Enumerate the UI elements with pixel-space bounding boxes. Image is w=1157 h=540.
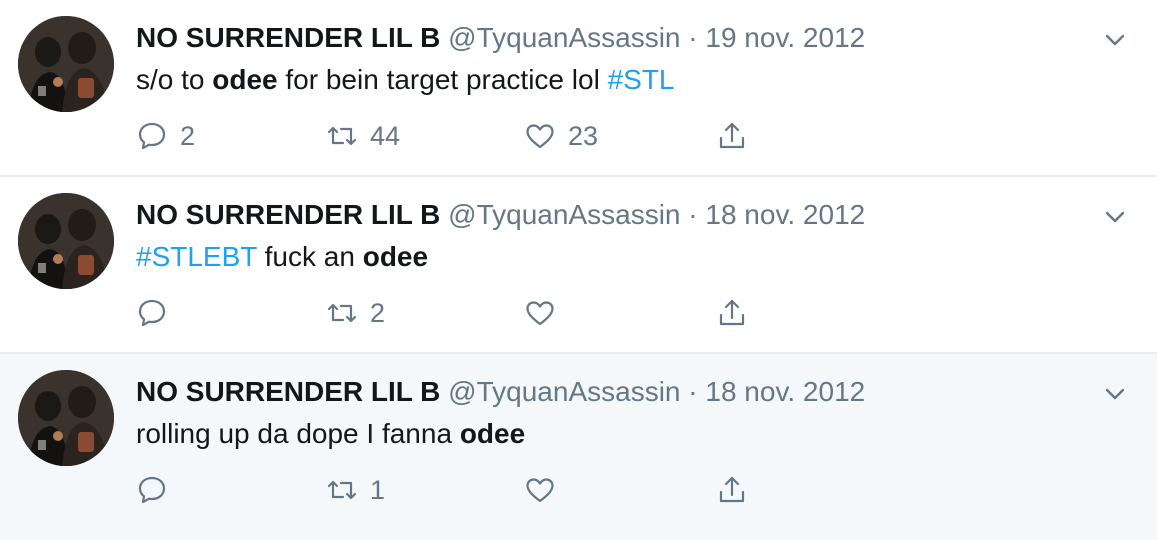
separator-dot: · [688, 199, 698, 230]
reply-icon [138, 122, 166, 150]
text-part: s/o to [136, 64, 213, 95]
reply-icon [138, 299, 166, 327]
share-icon [719, 476, 745, 503]
tweet-text: s/o to odee for bein target practice lol… [136, 62, 675, 98]
tweet-text: rolling up da dope I fanna odee [136, 416, 525, 452]
retweet-count: 2 [370, 298, 386, 328]
display-name[interactable]: NO SURRENDER LIL B [136, 199, 440, 230]
tweet-date[interactable]: 18 nov. 2012 [705, 199, 865, 230]
separator-dot: · [688, 376, 698, 407]
like-icon [526, 301, 554, 326]
share-icon [719, 299, 745, 326]
like-button[interactable]: 23 [524, 118, 598, 154]
text-part: for bein target practice lol [277, 64, 608, 95]
chevron-down-icon[interactable] [1101, 26, 1129, 54]
chevron-down-icon[interactable] [1101, 203, 1129, 231]
avatar[interactable] [18, 193, 114, 289]
reply-button[interactable] [136, 472, 180, 508]
retweet-count: 44 [370, 121, 401, 151]
reply-button[interactable] [136, 295, 180, 331]
user-handle[interactable]: @TyquanAssassin [448, 22, 680, 53]
text-part: rolling up da dope I fanna [136, 418, 460, 449]
like-count: 23 [568, 121, 599, 151]
retweet-icon [327, 126, 357, 146]
tweet[interactable]: NO SURRENDER LIL B @TyquanAssassin · 18 … [0, 177, 1157, 354]
retweet-button[interactable]: 2 [326, 295, 385, 331]
tweet[interactable]: NO SURRENDER LIL B @TyquanAssassin · 18 … [0, 354, 1157, 540]
tweet[interactable]: NO SURRENDER LIL B @TyquanAssassin · 19 … [0, 0, 1157, 177]
retweet-button[interactable]: 1 [326, 472, 385, 508]
tweet-header: NO SURRENDER LIL B @TyquanAssassin · 19 … [136, 20, 865, 56]
share-button[interactable] [716, 295, 748, 331]
like-button[interactable] [524, 295, 568, 331]
highlight-term: odee [212, 64, 278, 95]
like-icon [526, 478, 554, 503]
share-button[interactable] [716, 118, 748, 154]
avatar[interactable] [18, 370, 114, 466]
like-button[interactable] [524, 472, 568, 508]
reply-icon [138, 476, 166, 504]
highlight-term: odee [362, 241, 429, 272]
hashtag-link[interactable]: #STLEBT [136, 241, 257, 272]
tweet-header: NO SURRENDER LIL B @TyquanAssassin · 18 … [136, 197, 865, 233]
retweet-button[interactable]: 44 [326, 118, 400, 154]
highlight-term: odee [459, 418, 526, 449]
display-name[interactable]: NO SURRENDER LIL B [136, 376, 440, 407]
retweet-count: 1 [370, 475, 386, 505]
like-icon [526, 124, 554, 149]
tweet-text: #STLEBT fuck an odee [136, 239, 428, 275]
avatar[interactable] [18, 16, 114, 112]
share-button[interactable] [716, 472, 748, 508]
reply-button[interactable]: 2 [136, 118, 195, 154]
reply-count: 2 [180, 121, 196, 151]
user-handle[interactable]: @TyquanAssassin [448, 376, 680, 407]
user-handle[interactable]: @TyquanAssassin [448, 199, 680, 230]
tweet-actions: 2 [136, 295, 776, 331]
tweet-actions: 2 44 23 [136, 118, 776, 154]
tweet-date[interactable]: 19 nov. 2012 [705, 22, 865, 53]
chevron-down-icon[interactable] [1101, 380, 1129, 408]
tweet-actions: 1 [136, 472, 776, 508]
retweet-icon [327, 303, 357, 323]
tweet-header: NO SURRENDER LIL B @TyquanAssassin · 18 … [136, 374, 865, 410]
share-icon [719, 122, 745, 149]
display-name[interactable]: NO SURRENDER LIL B [136, 22, 440, 53]
retweet-icon [327, 480, 357, 500]
timeline: NO SURRENDER LIL B @TyquanAssassin · 19 … [0, 0, 1157, 540]
hashtag-link[interactable]: #STL [608, 64, 675, 95]
text-part: fuck an [256, 241, 363, 272]
tweet-date[interactable]: 18 nov. 2012 [705, 376, 865, 407]
separator-dot: · [688, 22, 698, 53]
